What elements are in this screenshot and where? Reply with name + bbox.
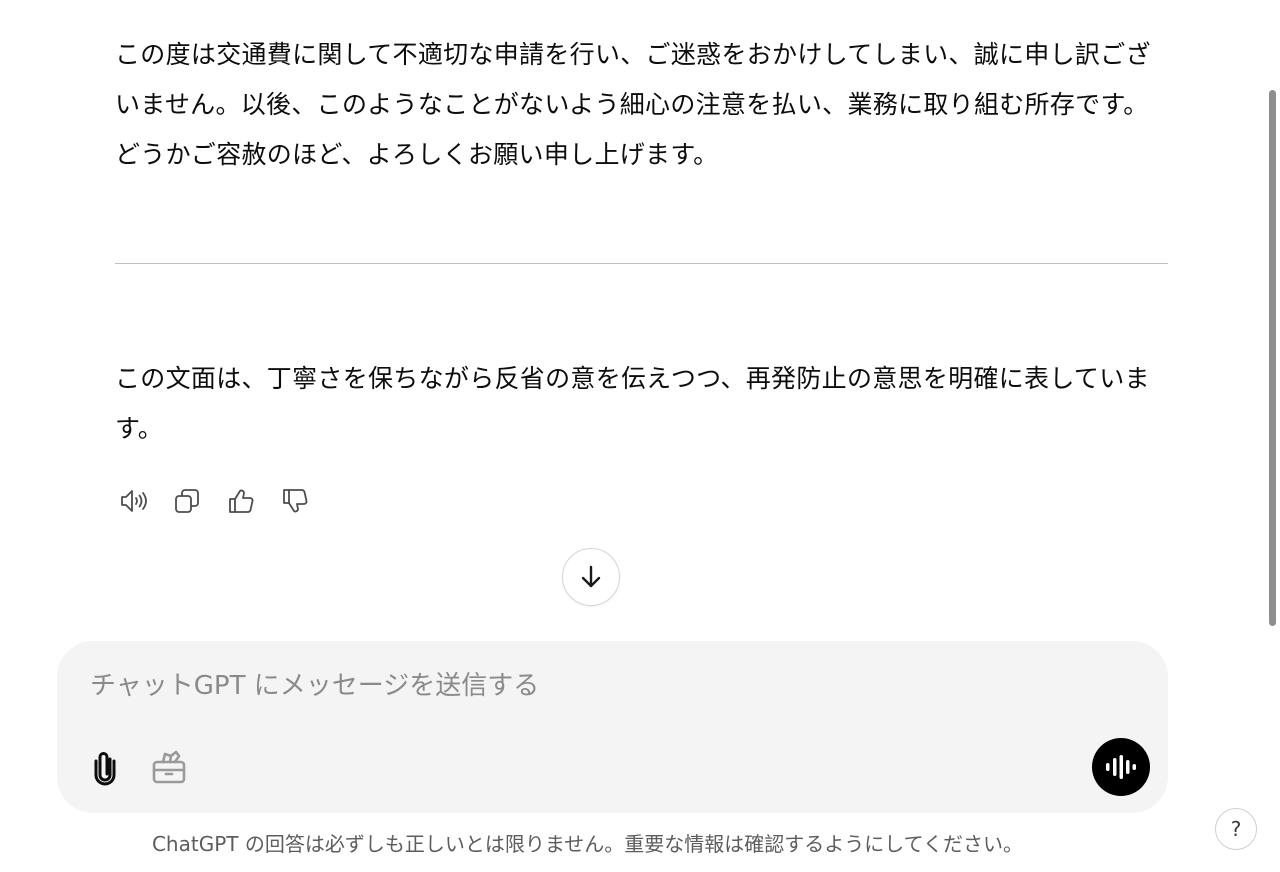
read-aloud-button[interactable] xyxy=(116,484,150,518)
message-paragraph: この文面は、丁寧さを保ちながら反省の意を伝えつつ、再発防止の意思を明確に表してい… xyxy=(115,364,1150,443)
attach-file-button[interactable] xyxy=(85,745,125,789)
message-composer[interactable]: チャットGPT にメッセージを送信する xyxy=(57,641,1168,813)
scrollbar[interactable] xyxy=(1269,90,1276,626)
good-response-button[interactable] xyxy=(224,484,258,518)
message-actions xyxy=(116,484,312,518)
divider xyxy=(115,263,1168,264)
bad-response-button[interactable] xyxy=(278,484,312,518)
message-paragraph: この度は交通費に関して不適切な申請を行い、ご迷惑をおかけしてしまい、誠に申し訳ご… xyxy=(115,40,1151,169)
toolbox-icon xyxy=(152,750,186,784)
help-button[interactable]: ? xyxy=(1215,808,1257,850)
voice-mode-button[interactable] xyxy=(1092,738,1150,796)
copy-button[interactable] xyxy=(170,484,204,518)
scroll-to-bottom-button[interactable] xyxy=(562,548,620,606)
disclaimer-text: ChatGPT の回答は必ずしも正しいとは限りません。重要な情報は確認するように… xyxy=(151,832,1024,856)
voice-waveform-icon xyxy=(1106,755,1136,779)
arrow-down-icon xyxy=(581,565,601,588)
assistant-message: この度は交通費に関して不適切な申請を行い、ご迷惑をおかけしてしまい、誠に申し訳ご… xyxy=(115,30,1168,180)
paperclip-icon xyxy=(94,752,116,786)
tools-button[interactable] xyxy=(149,745,189,789)
copy-icon xyxy=(175,489,199,513)
thumbs-up-icon xyxy=(229,489,254,513)
message-input[interactable]: チャットGPT にメッセージを送信する xyxy=(90,665,539,702)
thumbs-down-icon xyxy=(283,489,308,513)
speaker-icon xyxy=(121,490,147,512)
